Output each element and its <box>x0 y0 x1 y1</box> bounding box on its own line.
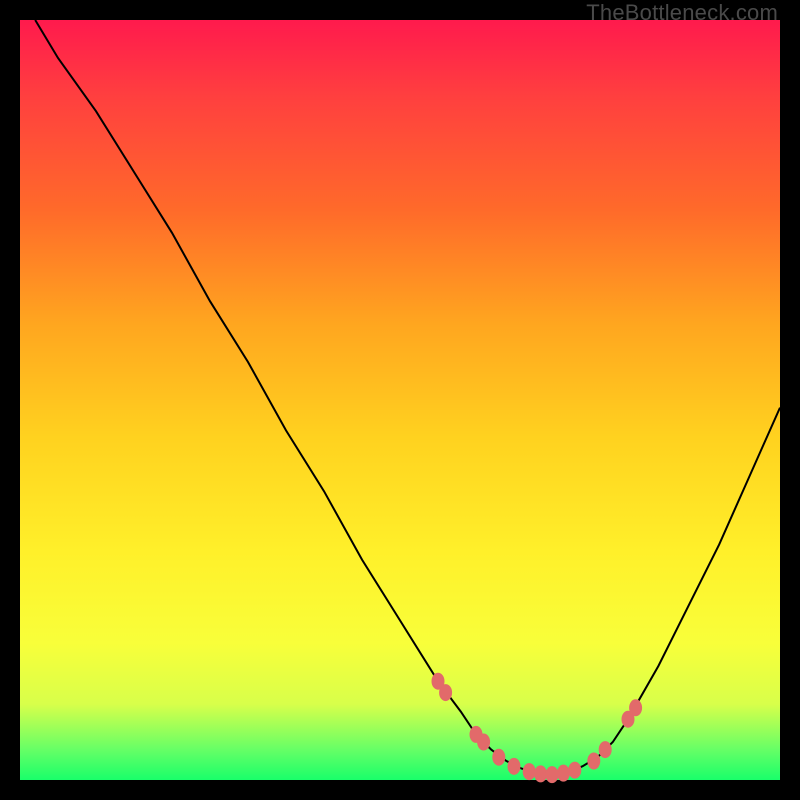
data-point <box>523 764 535 780</box>
data-point <box>508 758 520 774</box>
data-point <box>557 765 569 781</box>
data-point <box>588 753 600 769</box>
data-point <box>630 700 642 716</box>
chart-svg <box>20 20 780 780</box>
data-point <box>569 762 581 778</box>
bottleneck-curve <box>35 20 780 775</box>
data-points-group <box>432 673 642 782</box>
data-point <box>546 767 558 783</box>
chart-frame: TheBottleneck.com <box>0 0 800 800</box>
data-point <box>493 749 505 765</box>
data-point <box>535 766 547 782</box>
data-point <box>478 734 490 750</box>
data-point <box>599 742 611 758</box>
watermark-text: TheBottleneck.com <box>586 0 778 26</box>
data-point <box>440 685 452 701</box>
plot-area <box>20 20 780 780</box>
